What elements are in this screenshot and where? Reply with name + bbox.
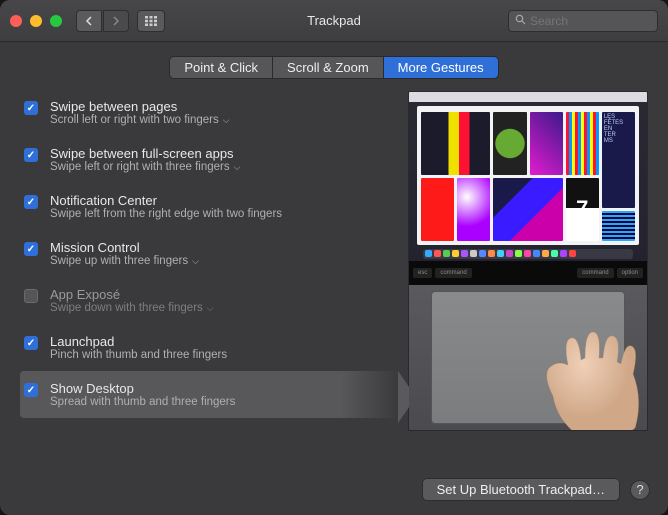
back-button[interactable] (76, 10, 102, 32)
maximize-window-button[interactable] (50, 15, 62, 27)
tab-point-click[interactable]: Point & Click (170, 57, 273, 78)
option-sublabel: Spread with thumb and three fingers (50, 396, 235, 408)
tab-scroll-zoom[interactable]: Scroll & Zoom (273, 57, 384, 78)
footer: Set Up Bluetooth Trackpad… ? (0, 468, 668, 515)
chevron-down-icon: ⌵ (192, 256, 199, 267)
option-sublabel[interactable]: Swipe left or right with three fingers⌵ (50, 161, 240, 173)
preferences-window: Trackpad Point & Click Scroll & Zoom Mor… (0, 0, 668, 515)
preview-trackpad-area (409, 285, 647, 430)
window-controls (10, 15, 62, 27)
titlebar: Trackpad (0, 0, 668, 42)
option-mission-control[interactable]: ✓ Mission ControlSwipe up with three fing… (20, 230, 398, 277)
option-label: Swipe between pages (50, 99, 230, 114)
content-area: ✓ Swipe between pagesScroll left or right… (0, 89, 668, 468)
chevron-left-icon (85, 16, 93, 26)
option-notification-center[interactable]: ✓ Notification CenterSwipe left from the … (20, 183, 398, 230)
checkbox-show-desktop[interactable]: ✓ (24, 383, 38, 397)
checkbox-swipe-pages[interactable]: ✓ (24, 101, 38, 115)
chevron-down-icon: ⌵ (234, 162, 241, 173)
option-label: Show Desktop (50, 381, 235, 396)
search-icon (515, 14, 526, 28)
preview-dock (423, 249, 633, 259)
chevron-down-icon: ⌵ (223, 115, 230, 126)
search-input[interactable] (530, 14, 651, 28)
gesture-preview: LES FÊTES EN TER MS 7 esc command comman… (408, 91, 648, 431)
option-swipe-pages[interactable]: ✓ Swipe between pagesScroll left or right… (20, 89, 398, 136)
setup-bluetooth-trackpad-button[interactable]: Set Up Bluetooth Trackpad… (422, 478, 620, 501)
gesture-options-list: ✓ Swipe between pagesScroll left or right… (20, 89, 398, 456)
option-show-desktop[interactable]: ✓ Show DesktopSpread with thumb and three… (20, 371, 398, 418)
tab-bar: Point & Click Scroll & Zoom More Gesture… (0, 42, 668, 89)
minimize-window-button[interactable] (30, 15, 42, 27)
show-all-button[interactable] (137, 10, 165, 32)
preview-gallery: LES FÊTES EN TER MS 7 (417, 106, 639, 245)
option-sublabel: Swipe left from the right edge with two … (50, 208, 282, 220)
option-sublabel[interactable]: Scroll left or right with two fingers⌵ (50, 114, 230, 126)
forward-button[interactable] (103, 10, 129, 32)
chevron-right-icon (112, 16, 120, 26)
tab-segmented-control: Point & Click Scroll & Zoom More Gesture… (169, 56, 498, 79)
help-button[interactable]: ? (630, 480, 650, 500)
option-app-expose[interactable]: App ExposéSwipe down with three fingers⌵ (20, 277, 398, 324)
option-label: Mission Control (50, 240, 199, 255)
chevron-down-icon: ⌵ (207, 303, 214, 314)
close-window-button[interactable] (10, 15, 22, 27)
checkbox-app-expose[interactable] (24, 289, 38, 303)
option-launchpad[interactable]: ✓ LaunchpadPinch with thumb and three fin… (20, 324, 398, 371)
checkbox-swipe-apps[interactable]: ✓ (24, 148, 38, 162)
option-label: Notification Center (50, 193, 282, 208)
hand-icon (513, 310, 648, 431)
preview-touchbar: esc command command option (409, 261, 647, 285)
option-label: App Exposé (50, 287, 214, 302)
option-label: Launchpad (50, 334, 227, 349)
nav-buttons (76, 10, 129, 32)
preview-menubar (409, 92, 647, 102)
checkbox-launchpad[interactable]: ✓ (24, 336, 38, 350)
preview-screen: LES FÊTES EN TER MS 7 (409, 92, 647, 261)
option-sublabel[interactable]: Swipe down with three fingers⌵ (50, 302, 214, 314)
grid-icon (145, 16, 157, 26)
checkbox-mission-control[interactable]: ✓ (24, 242, 38, 256)
tab-more-gestures[interactable]: More Gestures (384, 57, 498, 78)
option-label: Swipe between full-screen apps (50, 146, 240, 161)
checkbox-notification-center[interactable]: ✓ (24, 195, 38, 209)
search-field[interactable] (508, 10, 658, 32)
option-sublabel: Pinch with thumb and three fingers (50, 349, 227, 361)
option-swipe-apps[interactable]: ✓ Swipe between full-screen appsSwipe lef… (20, 136, 398, 183)
option-sublabel[interactable]: Swipe up with three fingers⌵ (50, 255, 199, 267)
